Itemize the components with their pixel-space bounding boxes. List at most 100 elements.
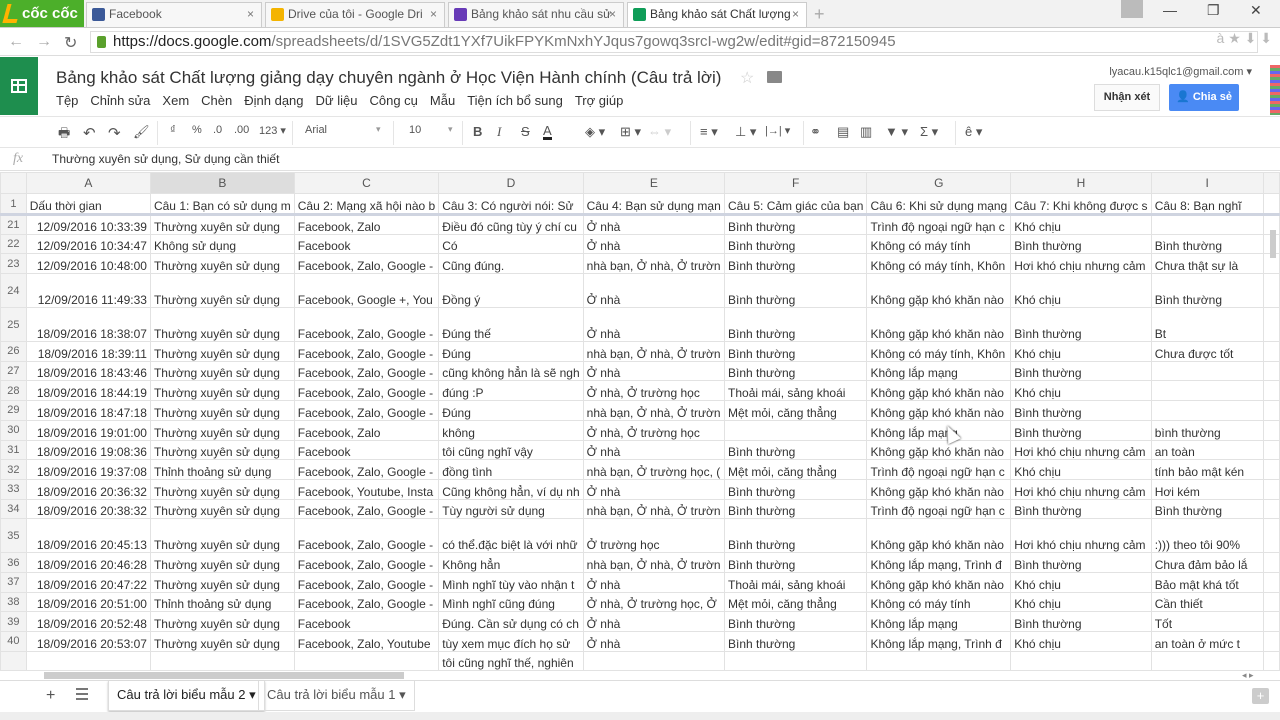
cell[interactable] [1262,273,1280,309]
cell[interactable]: Bình thường [1010,552,1152,573]
cell[interactable]: tính bảo mật kén [1150,459,1264,480]
row-header[interactable] [0,650,27,672]
cell[interactable]: nhà bạn, Ở trường học, ( [582,459,726,480]
cell[interactable]: Facebook, Google +, You [293,273,440,309]
cell[interactable]: Không lắp mạng, Trình đ [866,631,1012,652]
cell[interactable]: tùy xem mục đích họ sử [438,631,584,652]
row-header[interactable]: 40 [0,631,27,652]
row-header[interactable]: 1 [0,193,27,216]
cell[interactable]: Cần thiết [1150,591,1264,613]
row-header[interactable]: 28 [0,380,27,402]
cell[interactable]: Đồng ý [438,273,584,309]
cell[interactable]: Trình độ ngoại ngữ hạn c [866,459,1012,480]
cell[interactable]: Không gặp khó khăn nào [866,380,1012,402]
share-button[interactable]: 👤 Chia sẻ [1169,84,1239,111]
cell[interactable]: Chưa được tốt [1150,341,1264,362]
insert-chart-icon[interactable]: ▥ [860,124,872,140]
cell[interactable]: Không gặp khó khăn nào [866,273,1012,309]
menu-templates[interactable]: Mẫu [430,93,455,108]
cell[interactable] [1010,650,1152,672]
row-header[interactable]: 25 [0,307,27,343]
cell[interactable]: Thường xuyên sử dụng [149,273,295,309]
cell[interactable] [1150,360,1264,382]
cell[interactable]: Thường xuyên sử dụng [149,380,295,402]
cell[interactable]: Mệt mỏi, căng thẳng [724,591,868,613]
cell[interactable]: Bình thường [724,498,868,520]
select-all-corner[interactable] [0,172,27,194]
cell[interactable] [1262,459,1280,480]
cell[interactable]: Khó chịu [1010,459,1152,480]
text-wrap-button[interactable]: |→| ▾ [765,124,790,137]
cell[interactable]: Không có máy tính, Khôn [866,253,1012,275]
cell[interactable]: Thường xuyên sử dụng [149,307,295,343]
insert-comment-icon[interactable]: ▤ [837,124,849,140]
cell[interactable]: Cũng đúng. [438,253,584,275]
sheet-tab-responses-2[interactable]: Câu trả lời biểu mẫu 2 ▾ [108,681,265,711]
cell[interactable]: cũng không hẳn là sẽ ngh [438,360,584,382]
cell[interactable]: Trình độ ngoại ngữ hạn c [866,214,1012,235]
input-tools-icon[interactable]: ê ▾ [965,124,982,140]
cell[interactable]: Bảo mật khá tốt [1150,571,1264,593]
cell[interactable]: Mệt mỏi, căng thẳng [724,400,868,421]
cell[interactable]: Cũng không hẳn, ví dụ nh [438,478,584,500]
row-header[interactable]: 35 [0,518,27,554]
cell[interactable]: Ở nhà [582,360,726,382]
cell[interactable]: 12/09/2016 10:33:39 [25,214,151,235]
cell[interactable]: Hơi khó chịu nhưng cảm [1010,439,1152,461]
header-cell[interactable]: Câu 4: Bạn sử dụng mạn [582,193,726,216]
cell[interactable] [1262,552,1280,573]
row-header[interactable]: 21 [0,214,27,235]
undo-icon[interactable]: ↶ [83,124,96,142]
cell[interactable]: Không có máy tính, Khôn [866,341,1012,362]
coccoc-logo[interactable]: cốc cốc [0,0,84,27]
sheet-tab-responses-1[interactable]: Câu trả lời biểu mẫu 1 ▾ [258,681,415,711]
column-header-f[interactable]: F [724,172,868,194]
insert-link-icon[interactable]: ⚭ [810,124,821,140]
cell[interactable]: 18/09/2016 18:39:11 [25,341,151,362]
cell[interactable]: bình thường [1150,419,1264,441]
cell[interactable]: Facebook, Youtube, Insta [293,478,440,500]
cell[interactable]: Ở nhà, Ở trường học [582,380,726,402]
font-size-dropdown-arrow-icon[interactable]: ▾ [448,124,453,135]
menu-help[interactable]: Trợ giúp [575,93,624,108]
cell[interactable]: Bình thường [1010,233,1152,255]
cell[interactable] [293,650,440,672]
minimize-button[interactable]: — [1163,2,1177,18]
cell[interactable]: Facebook [293,439,440,461]
cell[interactable]: Bình thường [724,214,868,235]
cell[interactable]: Bình thường [1010,400,1152,421]
header-cell[interactable]: Câu 8: Bạn nghĩ [1150,193,1264,216]
address-bar-extension-icons[interactable]: à ★ ⬇ ⬇ [1217,30,1272,47]
row-header[interactable]: 30 [0,419,27,441]
restore-button[interactable]: ❐ [1207,2,1220,19]
cell[interactable]: Thường xuyên sử dụng [149,518,295,554]
cell[interactable]: 18/09/2016 18:43:46 [25,360,151,382]
cell[interactable]: Thường xuyên sử dụng [149,552,295,573]
cell[interactable]: Bình thường [724,478,868,500]
close-tab-icon[interactable]: × [609,3,616,26]
cell[interactable]: Facebook, Zalo, Google - [293,518,440,554]
cell[interactable]: Tùy người sử dụng [438,498,584,520]
cell[interactable]: Thường xuyên sử dụng [149,419,295,441]
cell[interactable]: Khó chịu [1010,273,1152,309]
menu-insert[interactable]: Chèn [201,93,232,108]
cell[interactable] [1150,214,1264,235]
cell[interactable]: nhà bạn, Ở nhà, Ở trườn [582,552,726,573]
cell[interactable]: Bình thường [724,631,868,652]
cell[interactable]: Không gặp khó khăn nào [866,400,1012,421]
cell[interactable]: Không gặp khó khăn nào [866,307,1012,343]
increase-decimal-button[interactable]: .00 [234,124,249,136]
column-header-i[interactable]: I [1150,172,1264,194]
cell[interactable]: Bình thường [724,360,868,382]
close-tab-icon[interactable]: × [247,3,254,26]
header-cell[interactable]: Dấu thời gian [25,193,151,216]
cell[interactable]: Không lắp mạng [866,360,1012,382]
cell[interactable]: Chưa đảm bảo lắ [1150,552,1264,573]
cell[interactable]: Chưa thật sự là [1150,253,1264,275]
url-bar[interactable]: https://docs.google.com/spreadsheets/d/1… [90,31,1258,53]
column-header-c[interactable]: C [293,172,440,194]
cell[interactable]: Không sử dụng [149,233,295,255]
cell[interactable] [1262,439,1280,461]
cell[interactable]: Trình độ ngoại ngữ hạn c [866,498,1012,520]
cell[interactable]: 18/09/2016 20:38:32 [25,498,151,520]
